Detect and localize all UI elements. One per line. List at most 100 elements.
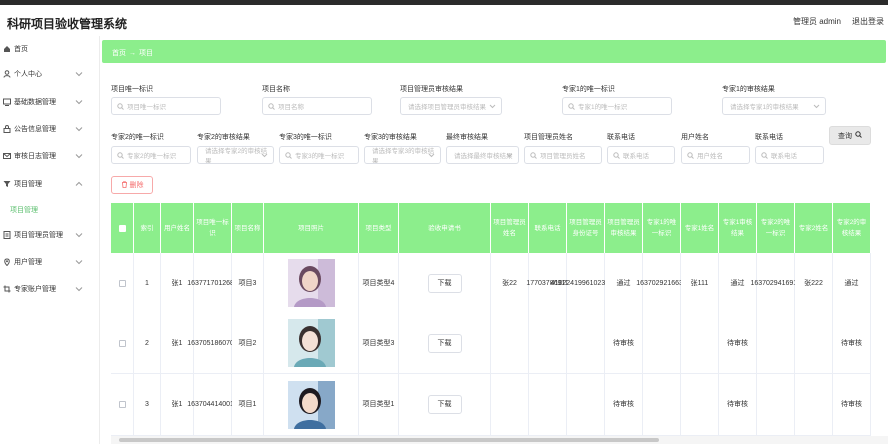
expert2-result-select[interactable]: 请选择专家2的审核结果 (197, 146, 274, 164)
table-cell (643, 313, 681, 374)
sidebar-item-notice[interactable]: 公告信息管理 (0, 116, 100, 142)
table-cell (567, 313, 605, 374)
row-checkbox[interactable] (118, 339, 126, 347)
chevron-down-icon (506, 152, 513, 161)
table-cell: 项目2 (232, 313, 264, 374)
download-button[interactable]: 下载 (427, 395, 462, 414)
expert3-id-input[interactable]: 专家3的唯一标识 (279, 146, 359, 164)
table-cell: 待审核 (833, 313, 871, 374)
admin-name-input[interactable]: 项目管理员姓名 (524, 146, 602, 164)
download-button[interactable]: 下载 (427, 333, 462, 353)
placeholder: 专家2的唯一标识 (127, 153, 177, 160)
expert1-result-select[interactable]: 请选择专家1的审核结果 (722, 97, 826, 115)
chevron-down-icon (75, 98, 83, 106)
breadcrumb-home[interactable]: 首页 (112, 50, 126, 57)
horizontal-scrollbar[interactable] (111, 436, 888, 444)
row-checkbox[interactable] (118, 279, 126, 287)
sidebar-item-label: 公告信息管理 (14, 126, 56, 133)
crop-icon (3, 285, 11, 293)
column-header: 联系电话 (529, 203, 567, 253)
sidebar-item-users[interactable]: 用户管理 (0, 249, 100, 275)
column-header: 项目管理员身份证号 (567, 203, 605, 253)
sidebar: 首页 个人中心 基础数据管理 公告信息管理 审核日志管理 项目管理 项目管理 项… (0, 36, 100, 444)
table-cell (264, 374, 359, 436)
placeholder: 项目管理员姓名 (540, 153, 586, 160)
chevron-down-icon (428, 152, 435, 161)
sidebar-item-label: 用户管理 (14, 259, 42, 266)
table-cell: 张222 (795, 253, 833, 314)
filter-label-expert3-id: 专家3的唯一标识 (279, 134, 332, 141)
table-cell: 项目类型1 (359, 374, 399, 436)
table-cell: 1 (134, 253, 161, 314)
table-cell: 1637029216630 (636, 253, 687, 314)
sidebar-item-auditlog[interactable]: 审核日志管理 (0, 143, 100, 169)
table-cell (681, 313, 719, 374)
project-table: 索引 用户姓名 项目唯一标识 项目名称 项目照片 项目类型 验收申请书 项目管理员姓名 联系电话… (111, 203, 888, 436)
chevron-down-icon (813, 103, 820, 112)
document-icon (3, 231, 11, 239)
column-header: 项目管理员姓名 (491, 203, 529, 253)
table-cell: 2 (134, 313, 161, 374)
user-phone-input[interactable]: 联系电话 (755, 146, 824, 164)
phone-input[interactable]: 联系电话 (607, 146, 675, 164)
project-photo (287, 319, 335, 367)
chevron-down-icon (75, 285, 83, 293)
table-cell: 待审核 (605, 313, 643, 374)
sidebar-item-profile[interactable]: 个人中心 (0, 61, 100, 87)
search-icon (530, 151, 537, 159)
placeholder: 请选择项目管理员审核结果 (408, 104, 486, 111)
table-cell (529, 313, 567, 374)
user-name-input[interactable]: 用户姓名 (681, 146, 750, 164)
header-select-all (111, 203, 134, 253)
expert2-id-input[interactable]: 专家2的唯一标识 (111, 146, 191, 164)
chevron-down-icon (75, 70, 83, 78)
logout-link[interactable]: 退出登录 (852, 16, 884, 27)
expert3-result-select[interactable]: 请选择专家3的审核结果 (364, 146, 441, 164)
table-cell: 下载 (399, 253, 491, 314)
filter-label-user-phone: 联系电话 (755, 134, 783, 141)
final-result-select[interactable]: 请选择最终审核结果 (446, 146, 519, 164)
filter-label-admin-name: 项目管理员姓名 (524, 134, 573, 141)
user-icon (3, 70, 11, 78)
placeholder: 请选择专家1的审核结果 (730, 104, 799, 111)
row-checkbox[interactable] (118, 401, 126, 408)
sidebar-item-project[interactable]: 项目管理 (0, 171, 100, 197)
sidebar-item-label: 个人中心 (14, 71, 42, 78)
search-icon (687, 151, 694, 159)
monitor-icon (3, 98, 11, 106)
sidebar-item-basedata[interactable]: 基础数据管理 (0, 89, 100, 115)
delete-button[interactable]: 删除 (111, 176, 153, 194)
table-cell: 待审核 (605, 374, 643, 436)
search-icon (613, 151, 620, 159)
select-all-checkbox[interactable] (118, 224, 126, 232)
table-cell (757, 313, 795, 374)
column-header: 项目名称 (232, 203, 264, 253)
location-icon (3, 258, 11, 266)
table-cell: 1637044140014 (187, 374, 238, 436)
sidebar-item-label: 项目管理 (14, 181, 42, 188)
admin-result-select[interactable]: 请选择项目管理员审核结果 (400, 97, 502, 115)
download-button[interactable]: 下载 (427, 273, 462, 293)
project-photo (287, 380, 335, 429)
placeholder: 专家1的唯一标识 (578, 104, 628, 111)
filter-label-project-name: 项目名称 (262, 86, 290, 93)
search-button[interactable]: 查询 (829, 126, 871, 145)
column-header: 专家1的唯一标识 (643, 203, 681, 253)
trash-icon (121, 180, 128, 190)
scrollbar-thumb[interactable] (119, 438, 659, 442)
table-cell (757, 374, 795, 436)
table-cell (795, 313, 833, 374)
table-cell: 1637717012688 (187, 253, 238, 314)
project-id-input[interactable]: 项目唯一标识 (111, 97, 221, 115)
expert1-id-input[interactable]: 专家1的唯一标识 (562, 97, 672, 115)
filter-label-project-id: 项目唯一标识 (111, 86, 153, 93)
sidebar-item-home[interactable]: 首页 (0, 36, 100, 62)
breadcrumb-trail: 首页 → 项目 (112, 48, 156, 58)
sidebar-item-projectadmin[interactable]: 项目管理员管理 (0, 222, 100, 248)
sidebar-subitem-project[interactable]: 项目管理 (10, 205, 38, 215)
column-header: 索引 (134, 203, 161, 253)
project-name-input[interactable]: 项目名称 (262, 97, 372, 115)
sidebar-item-experts[interactable]: 专家账户管理 (0, 276, 100, 302)
column-header: 项目类型 (359, 203, 399, 253)
filter-label-final-result: 最终审核结果 (446, 134, 488, 141)
